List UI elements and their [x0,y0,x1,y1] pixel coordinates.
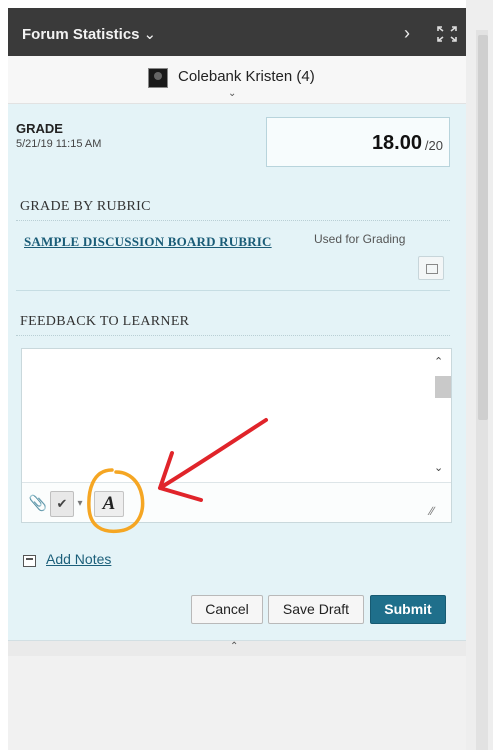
chevron-down-icon[interactable]: ⌄ [228,88,236,99]
editor-scroll-thumb[interactable] [435,376,451,398]
divider [16,290,450,291]
save-draft-button[interactable]: Save Draft [268,595,364,624]
editor-toolbar: 📎 ✔ ▾ A [22,482,451,522]
chevron-up-icon[interactable]: ⌃ [230,641,238,652]
divider [16,220,450,221]
panel-header: Forum Statistics ⌄ › [8,8,466,56]
grade-input[interactable]: 18.00 /20 [266,117,450,167]
divider [16,335,450,336]
paperclip-icon[interactable]: 📎 [28,491,48,517]
feedback-text[interactable] [28,355,424,475]
grade-value: 18.00 [371,132,422,154]
popup-window-icon[interactable] [418,256,444,280]
learner-name: Colebank Kristen (4) [178,68,315,85]
avatar-icon [148,68,168,88]
grade-max: /20 [424,138,443,153]
spellcheck-icon[interactable]: ✔ [50,491,74,517]
scroll-up-icon[interactable]: ⌃ [434,355,443,368]
scroll-down-icon[interactable]: ⌄ [434,461,443,474]
dropdown-caret-icon[interactable]: ▾ [77,491,83,517]
chevron-down-icon: ⌄ [143,26,157,43]
page-scrollbar-thumb[interactable] [478,35,488,420]
notes-icon [23,555,36,567]
cancel-button[interactable]: Cancel [191,595,263,624]
feedback-editor[interactable]: ⌃ ⌄ 📎 ✔ ▾ A ∕∕ [21,348,452,523]
learner-selector[interactable]: Colebank Kristen (4) ⌄ [8,56,466,104]
grade-label: GRADE [16,121,63,136]
feedback-heading: FEEDBACK TO LEARNER [20,314,190,329]
panel-title: Forum Statistics [22,26,140,43]
grade-section: GRADE 5/21/19 11:15 AM 18.00 /20 GRADE B… [8,104,466,640]
resize-grip-icon[interactable]: ∕∕ [430,504,434,518]
chevron-right-icon[interactable]: › [404,23,410,44]
expand-icon[interactable] [436,25,458,43]
add-notes-link[interactable]: Add Notes [46,551,111,567]
rubric-link[interactable]: SAMPLE DISCUSSION BOARD RUBRIC [24,234,272,250]
rubric-heading: GRADE BY RUBRIC [20,199,151,214]
rubric-status: Used for Grading [314,232,406,246]
grade-timestamp: 5/21/19 11:15 AM [16,138,102,150]
collapse-bar[interactable]: ⌃ [8,640,466,656]
forum-statistics-toggle[interactable]: Forum Statistics ⌄ [22,25,156,43]
submit-button[interactable]: Submit [370,595,446,624]
text-editor-button[interactable]: A [94,491,124,517]
